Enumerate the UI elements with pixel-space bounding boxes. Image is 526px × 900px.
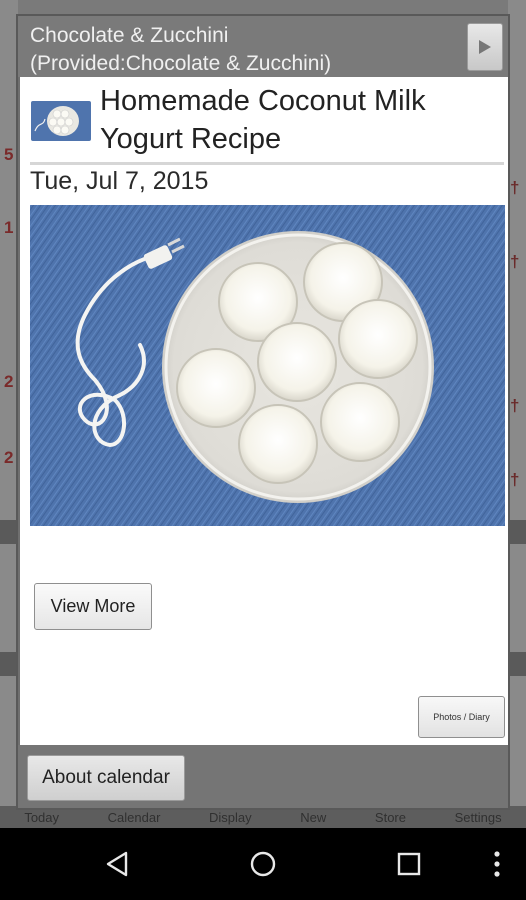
background-glyph: 2: [4, 448, 14, 467]
system-navigation-bar: [0, 828, 526, 900]
background-tab-store: Store: [374, 809, 406, 825]
background-tab-calendar: Calendar: [107, 809, 161, 825]
background-glyph: †: [510, 252, 520, 271]
background-tab-new: New: [300, 809, 327, 825]
post-dialog: Chocolate & Zucchini (Provided:Chocolate…: [16, 14, 510, 810]
background-glyph: †: [510, 396, 520, 415]
dialog-header: Chocolate & Zucchini (Provided:Chocolate…: [18, 16, 508, 77]
dialog-content: Homemade Coconut Milk Yogurt Recipe Tue,…: [20, 77, 508, 745]
background-glyph: 2: [4, 372, 14, 391]
home-circle-icon: [250, 851, 276, 877]
about-calendar-button[interactable]: About calendar: [27, 755, 185, 801]
photos-diary-button[interactable]: Photos / Diary: [418, 696, 505, 738]
recents-square-icon: [397, 852, 421, 876]
post-date: Tue, Jul 7, 2015: [30, 167, 209, 195]
play-triangle-icon: [479, 40, 491, 54]
background-glyph: †: [510, 178, 520, 197]
yogurt-thumbnail: [31, 101, 91, 141]
background-glyph: †: [510, 470, 520, 489]
dialog-title: Chocolate & Zucchini (Provided:Chocolate…: [30, 24, 332, 75]
home-button[interactable]: [243, 848, 283, 880]
yogurt-jars-photo: [30, 205, 505, 526]
background-tab-settings: Settings: [454, 809, 502, 825]
background-glyph: 5: [4, 145, 14, 164]
back-button[interactable]: [97, 848, 137, 880]
background-glyph: 1: [4, 218, 14, 237]
background-tab-display: Display: [209, 809, 252, 825]
overflow-menu-icon: [494, 851, 500, 877]
recents-button[interactable]: [389, 848, 429, 880]
post-title: Homemade Coconut Milk Yogurt Recipe: [100, 85, 426, 155]
dialog-footer: About calendar: [18, 745, 508, 808]
overflow-menu-button[interactable]: [477, 848, 517, 880]
background-tab-today: Today: [24, 809, 60, 825]
view-more-button[interactable]: View More: [34, 583, 152, 630]
next-post-button[interactable]: [467, 23, 503, 71]
back-triangle-icon: [106, 851, 128, 877]
